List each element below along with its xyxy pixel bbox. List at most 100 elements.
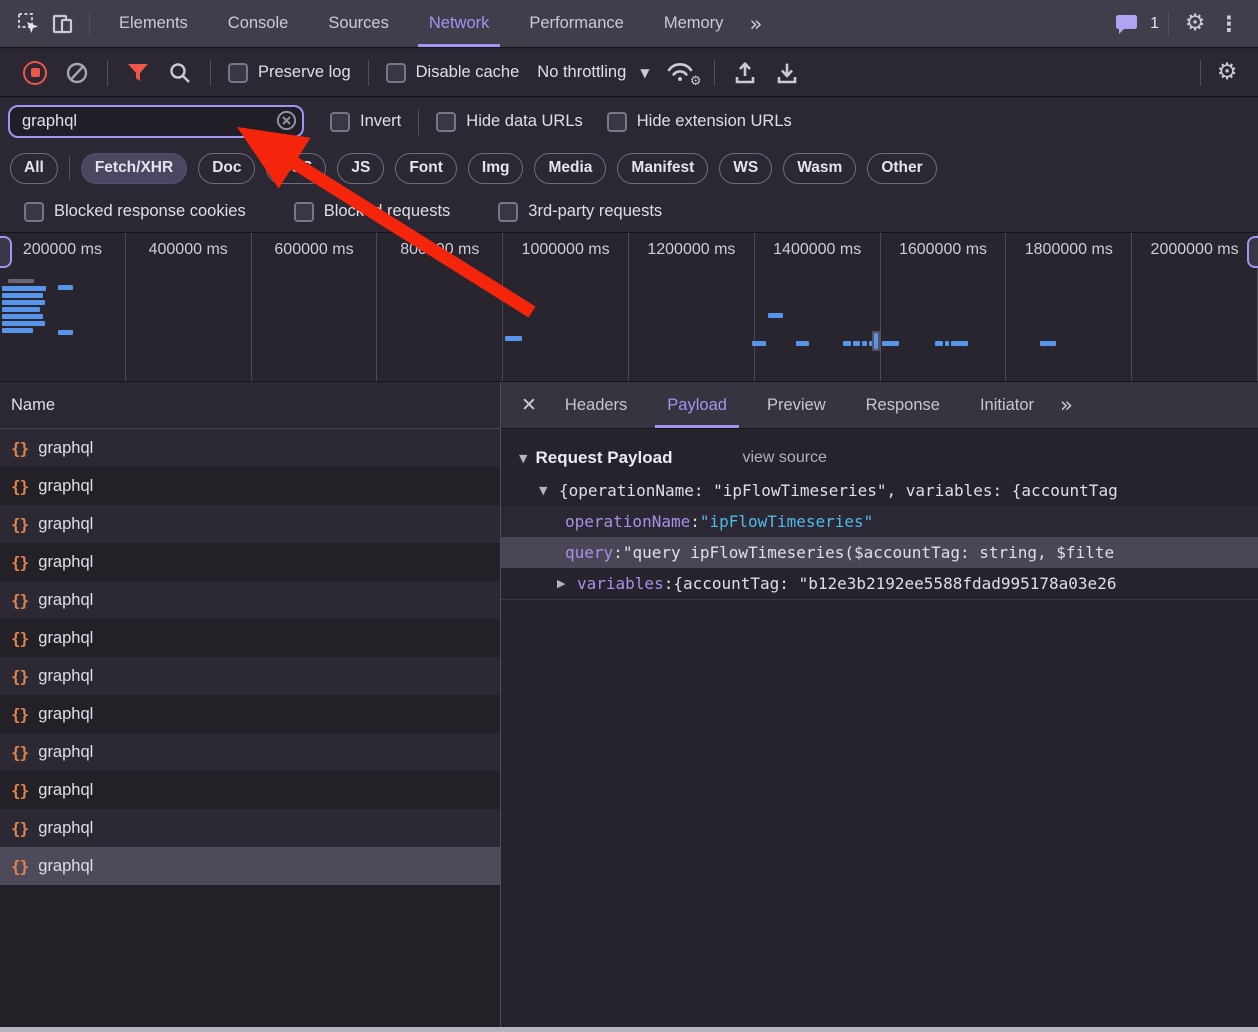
more-tabs-icon[interactable]: » (749, 12, 762, 36)
more-detail-tabs-icon[interactable]: » (1060, 393, 1073, 417)
blocked-requests-checkbox[interactable]: Blocked requests (294, 202, 451, 222)
tab-memory[interactable]: Memory (653, 0, 735, 47)
settings-gear-icon[interactable]: ⚙ (1178, 7, 1212, 41)
network-overview-timeline[interactable]: 200000 ms400000 ms600000 ms800000 ms1000… (0, 233, 1258, 382)
divider (1168, 11, 1169, 37)
request-row[interactable]: {}graphql (0, 581, 500, 619)
payload-value: "ipFlowTimeseries" (700, 512, 873, 531)
tab-elements[interactable]: Elements (108, 0, 199, 47)
hide-data-urls-checkbox[interactable]: Hide data URLs (436, 112, 582, 132)
inspect-element-icon[interactable] (12, 7, 46, 41)
filter-chip-font[interactable]: Font (395, 153, 457, 184)
filter-funnel-icon[interactable] (122, 57, 154, 89)
network-settings-gear-icon[interactable]: ⚙ (1210, 56, 1244, 90)
request-name: graphql (38, 591, 93, 610)
request-row[interactable]: {}graphql (0, 733, 500, 771)
request-row[interactable]: {}graphql (0, 695, 500, 733)
request-name: graphql (38, 781, 93, 800)
request-row[interactable]: {}graphql (0, 543, 500, 581)
request-row[interactable]: {}graphql (0, 771, 500, 809)
filter-chip-fetch-xhr[interactable]: Fetch/XHR (81, 153, 187, 184)
clear-button[interactable] (61, 57, 93, 89)
filter-chip-other[interactable]: Other (867, 153, 936, 184)
kebab-menu-icon[interactable]: ⋮ (1212, 7, 1246, 41)
checkbox[interactable] (436, 112, 456, 132)
tab-sources[interactable]: Sources (317, 0, 400, 47)
checkbox[interactable] (386, 63, 406, 83)
invert-checkbox[interactable]: Invert (330, 112, 401, 132)
payload-line[interactable]: ▼{operationName: "ipFlowTimeseries", var… (501, 475, 1258, 506)
request-row[interactable]: {}graphql (0, 429, 500, 467)
detail-tab-initiator[interactable]: Initiator (968, 382, 1046, 428)
waterfall-bar (882, 341, 899, 346)
payload-key: query (565, 543, 613, 562)
filter-chip-ws[interactable]: WS (719, 153, 772, 184)
close-detail-icon[interactable]: ✕ (521, 394, 537, 416)
waterfall-bar (796, 341, 809, 346)
clear-filter-icon[interactable] (276, 110, 297, 131)
timeline-tick: 1800000 ms (1006, 233, 1132, 381)
detail-tab-headers[interactable]: Headers (553, 382, 639, 428)
request-payload-header[interactable]: ▼ Request Payload view source (501, 441, 1258, 475)
overview-right-grip[interactable] (1247, 236, 1258, 268)
detail-tab-preview[interactable]: Preview (755, 382, 838, 428)
blocked-response-cookies-checkbox[interactable]: Blocked response cookies (24, 202, 246, 222)
request-name: graphql (38, 439, 93, 458)
detail-tab-payload[interactable]: Payload (655, 382, 739, 428)
checkbox[interactable] (228, 63, 248, 83)
request-row[interactable]: {}graphql (0, 809, 500, 847)
request-row[interactable]: {}graphql (0, 619, 500, 657)
checkbox[interactable] (498, 202, 518, 222)
request-row[interactable]: {}graphql (0, 657, 500, 695)
record-button[interactable] (19, 57, 51, 89)
name-column-header[interactable]: Name (0, 382, 500, 429)
preserve-log-checkbox[interactable]: Preserve log (228, 63, 351, 83)
checkbox[interactable] (330, 112, 350, 132)
tab-console[interactable]: Console (217, 0, 300, 47)
hide-extension-urls-checkbox[interactable]: Hide extension URLs (607, 112, 792, 132)
filter-chip-media[interactable]: Media (534, 153, 606, 184)
payload-line[interactable]: ▶variables: {accountTag: "b12e3b2192ee55… (501, 568, 1258, 599)
request-row[interactable]: {}graphql (0, 847, 500, 885)
throttling-select[interactable]: No throttling ▼ (537, 63, 649, 82)
filter-chip-img[interactable]: Img (468, 153, 524, 184)
blocked-requests-label: Blocked requests (324, 202, 451, 221)
import-har-icon[interactable] (729, 57, 761, 89)
network-conditions-icon[interactable]: ⚙ (665, 59, 699, 87)
filter-chip-all[interactable]: All (10, 153, 58, 184)
view-source-link[interactable]: view source (742, 449, 826, 467)
request-row[interactable]: {}graphql (0, 505, 500, 543)
filter-input[interactable] (8, 105, 304, 138)
issues-message-icon[interactable] (1110, 7, 1144, 41)
overview-left-grip[interactable] (0, 236, 12, 268)
filter-chip-wasm[interactable]: Wasm (783, 153, 856, 184)
waterfall-bar (1040, 341, 1056, 346)
filter-chip-css[interactable]: CSS (266, 153, 326, 184)
3rd-party-requests-label: 3rd-party requests (528, 202, 662, 221)
filter-chip-js[interactable]: JS (337, 153, 384, 184)
collapse-triangle-icon[interactable]: ▼ (519, 452, 527, 465)
divider (1200, 60, 1201, 86)
disable-cache-checkbox[interactable]: Disable cache (386, 63, 520, 83)
checkbox[interactable] (607, 112, 627, 132)
tab-performance[interactable]: Performance (518, 0, 634, 47)
filter-chip-doc[interactable]: Doc (198, 153, 255, 184)
export-har-icon[interactable] (771, 57, 803, 89)
device-toolbar-icon[interactable] (46, 7, 80, 41)
payload-line[interactable]: query: "query ipFlowTimeseries($accountT… (501, 537, 1258, 568)
search-icon[interactable] (164, 57, 196, 89)
tab-network[interactable]: Network (418, 0, 501, 47)
payload-line[interactable]: operationName: "ipFlowTimeseries" (501, 506, 1258, 537)
json-braces-icon: {} (11, 743, 28, 762)
collapse-triangle-icon[interactable]: ▼ (539, 484, 559, 497)
checkbox[interactable] (294, 202, 314, 222)
checkbox[interactable] (24, 202, 44, 222)
3rd-party-requests-checkbox[interactable]: 3rd-party requests (498, 202, 662, 222)
request-name: graphql (38, 667, 93, 686)
expand-triangle-icon[interactable]: ▶ (557, 577, 577, 590)
filter-chip-manifest[interactable]: Manifest (617, 153, 708, 184)
detail-tab-response[interactable]: Response (854, 382, 952, 428)
waterfall-bar (935, 341, 943, 346)
request-name: graphql (38, 819, 93, 838)
request-row[interactable]: {}graphql (0, 467, 500, 505)
